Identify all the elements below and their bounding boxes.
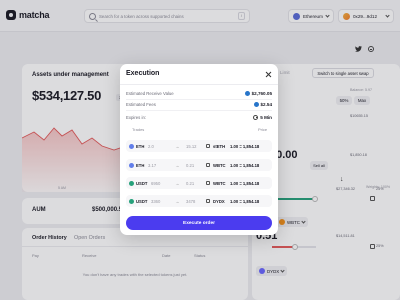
trade-to-amount: 0.21 xyxy=(186,162,195,168)
usdt-icon xyxy=(129,198,134,204)
usdc-icon xyxy=(253,102,259,107)
eth-icon xyxy=(129,143,134,149)
trade-from-token: USDT xyxy=(136,180,148,186)
divider xyxy=(126,110,272,111)
trade-to-token: WBTC xyxy=(213,180,226,186)
estimated-fees-label: Estimated Fees xyxy=(126,102,156,107)
estimated-fees-amount: $2.54 xyxy=(260,102,273,107)
arrow-right-icon: → xyxy=(175,180,180,186)
trades-header: Trades xyxy=(132,127,145,132)
lock-icon xyxy=(206,144,210,148)
divider xyxy=(120,84,278,85)
trade-to-amount: 0.21 xyxy=(186,180,195,186)
trade-to-amount: 3478 xyxy=(186,198,196,204)
estimated-receive-value: $2,760.05 xyxy=(244,91,272,96)
expires-label: Expires in: xyxy=(126,115,147,120)
trade-to-token: WBTC xyxy=(213,162,226,168)
trade-from-token: ETH xyxy=(136,143,145,149)
usdc-icon xyxy=(244,91,250,96)
trade-row: USDT 3360 → 3478 DYDX 1.00 = 1,854.18 xyxy=(126,195,272,207)
divider xyxy=(126,99,272,100)
trade-from-token: ETH xyxy=(136,162,145,168)
trade-from-amount: 6950 xyxy=(151,180,161,186)
trade-price: 1.00 = 1,854.18 xyxy=(230,143,260,149)
arrow-right-icon: → xyxy=(175,162,180,168)
trade-to-token: stETH xyxy=(213,143,226,149)
trade-from-token: USDT xyxy=(136,198,148,204)
estimated-receive-amount: $2,760.05 xyxy=(251,91,272,96)
estimated-fees-value: $2.54 xyxy=(253,102,273,107)
usdt-icon xyxy=(129,180,134,186)
trade-row: ETH 2.0 → 15.12 stETH 1.00 = 1,854.18 xyxy=(126,140,272,152)
trade-price: 1.00 = 1,854.18 xyxy=(230,198,260,204)
trade-from-amount: 3360 xyxy=(151,198,161,204)
execution-modal: Execution Estimated Receive Value $2,760… xyxy=(120,64,278,235)
lock-icon xyxy=(206,181,210,185)
trade-to-token: DYDX xyxy=(213,198,225,204)
lock-icon xyxy=(206,199,210,203)
close-icon[interactable] xyxy=(265,71,271,77)
trade-to-amount: 15.12 xyxy=(186,143,197,149)
modal-title: Execution xyxy=(126,70,160,77)
lock-icon xyxy=(206,163,210,167)
arrow-right-icon: → xyxy=(175,143,180,149)
price-header: Price xyxy=(258,127,268,132)
trade-from-amount: 2.0 xyxy=(148,143,154,149)
trade-row: USDT 6950 → 0.21 WBTC 1.00 = 1,854.18 xyxy=(126,177,272,189)
eth-icon xyxy=(129,162,134,168)
expires-amount: 5 Min xyxy=(260,115,272,120)
execute-order-button[interactable]: Execute order xyxy=(126,216,272,230)
trade-price: 1.00 = 1,854.18 xyxy=(230,180,260,186)
expires-value: 5 Min xyxy=(253,115,272,120)
arrow-right-icon: → xyxy=(175,198,180,204)
estimated-receive-label: Estimated Receive Value xyxy=(126,91,174,96)
trade-from-amount: 3.17 xyxy=(148,162,157,168)
trade-row: ETH 3.17 → 0.21 WBTC 1.00 = 1,854.18 xyxy=(126,159,272,171)
clock-icon xyxy=(253,115,259,120)
trade-price: 1.00 = 1,854.18 xyxy=(230,162,260,168)
